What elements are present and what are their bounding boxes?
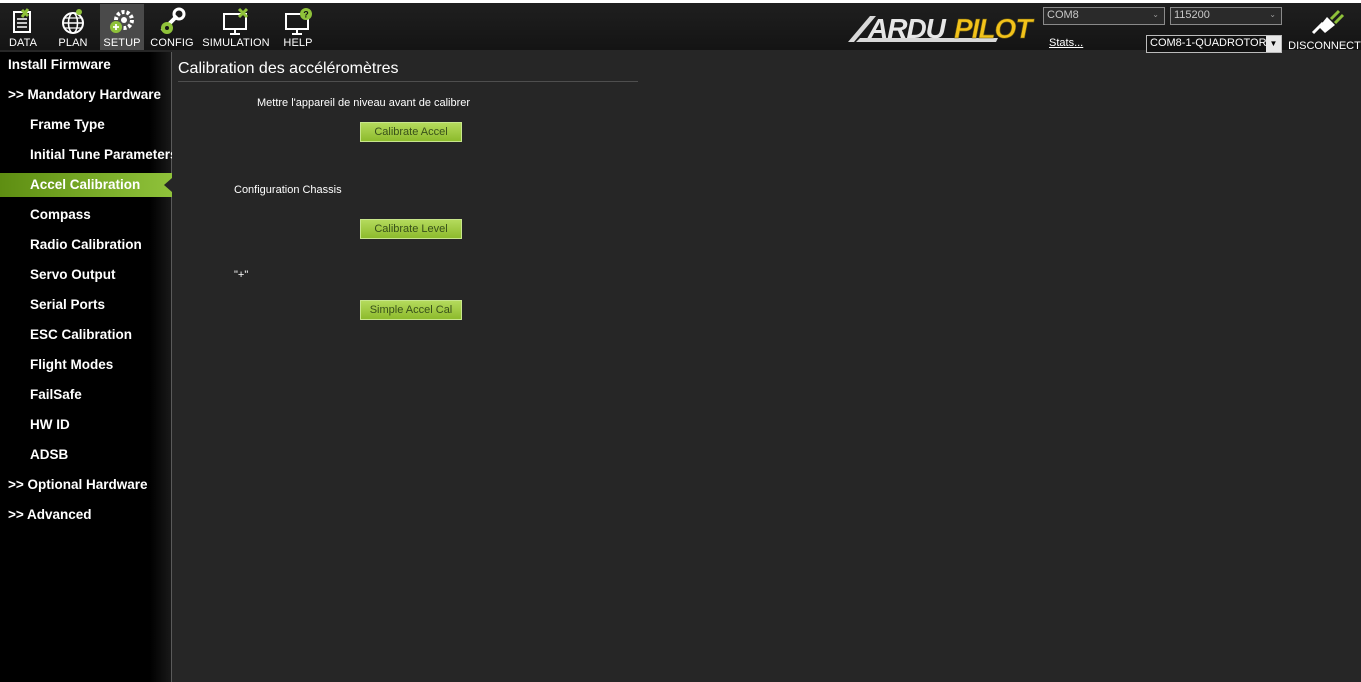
port-select-value: COM8	[1047, 9, 1079, 21]
plug-icon	[1311, 9, 1344, 35]
title-divider	[178, 81, 638, 82]
dropdown-arrow-icon: ▼	[1266, 36, 1281, 52]
toolbar-help-button[interactable]: ? HELP	[277, 4, 319, 50]
sidebar-item-esc-calibration[interactable]: ESC Calibration	[0, 323, 172, 347]
sidebar-item-install-firmware[interactable]: Install Firmware	[0, 53, 172, 77]
baud-select-value: 115200	[1174, 9, 1210, 21]
sidebar-item-label: Radio Calibration	[30, 237, 142, 252]
sidebar-item-label: Servo Output	[30, 267, 116, 282]
sidebar-item-hw-id[interactable]: HW ID	[0, 413, 172, 437]
sidebar-item-label: Install Firmware	[8, 57, 111, 72]
sidebar-item-adsb[interactable]: ADSB	[0, 443, 172, 467]
chevron-down-icon: ⌄	[1269, 10, 1276, 19]
wrench-icon	[160, 7, 186, 34]
toolbar-plan-label: PLAN	[58, 37, 88, 49]
sidebar-item-servo-output[interactable]: Servo Output	[0, 263, 172, 287]
stats-link[interactable]: Stats...	[1049, 37, 1083, 49]
toolbar-help-label: HELP	[283, 37, 313, 49]
toolbar-setup-label: SETUP	[103, 37, 141, 49]
chevron-down-icon: ⌄	[1152, 10, 1159, 19]
logo-pilot-text: PILOT	[954, 13, 1035, 44]
frame-config-label: Configuration Chassis	[234, 184, 342, 196]
sidebar-item-flight-modes[interactable]: Flight Modes	[0, 353, 172, 377]
vehicle-select[interactable]: COM8-1-QUADROTOR ▼	[1146, 35, 1282, 53]
setup-sidebar: Install Firmware >> Mandatory Hardware F…	[0, 52, 172, 682]
sidebar-item-optional-hardware[interactable]: >> Optional Hardware	[0, 473, 172, 497]
level-instruction-text: Mettre l'appareil de niveau avant de cal…	[257, 97, 471, 109]
sidebar-item-initial-tune-parameters[interactable]: Initial Tune Parameters	[0, 143, 172, 167]
toolbar-config-button[interactable]: CONFIG	[150, 4, 194, 50]
help-icon: ?	[285, 8, 312, 35]
ardupilot-logo: ARDU PILOT	[848, 13, 1037, 44]
sidebar-item-label: Accel Calibration	[30, 177, 141, 192]
sidebar-item-label: Compass	[30, 207, 91, 222]
toolbar-simulation-label: SIMULATION	[202, 37, 270, 49]
sidebar-item-serial-ports[interactable]: Serial Ports	[0, 293, 172, 317]
accel-calibration-panel: Calibration des accéléromètres Mettre l'…	[173, 52, 1361, 682]
simple-accel-cal-button[interactable]: Simple Accel Cal	[360, 300, 462, 320]
svg-text:?: ?	[303, 10, 309, 20]
toolbar-simulation-button[interactable]: SIMULATION	[200, 4, 272, 50]
vehicle-select-value: COM8-1-QUADROTOR	[1150, 37, 1267, 49]
frame-type-value: "+"	[234, 269, 249, 281]
toolbar-plan-button[interactable]: PLAN	[52, 4, 94, 50]
setup-gear-icon	[110, 10, 134, 33]
sidebar-item-label: >> Optional Hardware	[8, 477, 148, 492]
baud-select[interactable]: 115200 ⌄	[1170, 7, 1282, 25]
sidebar-item-label: ADSB	[30, 447, 69, 462]
sidebar-item-label: Flight Modes	[30, 357, 114, 372]
logo-ardu-text: ARDU	[867, 13, 947, 44]
sidebar-item-label: >> Advanced	[8, 507, 92, 522]
sidebar-item-radio-calibration[interactable]: Radio Calibration	[0, 233, 172, 257]
disconnect-button[interactable]: DISCONNECT	[1288, 7, 1361, 53]
sidebar-item-label: ESC Calibration	[30, 327, 133, 342]
toolbar-config-label: CONFIG	[150, 37, 194, 49]
sidebar-item-label: Frame Type	[30, 117, 105, 132]
top-toolbar: DATA PLAN SETUP CONFIG SIMULATION ? HELP…	[0, 0, 1361, 53]
sidebar-item-failsafe[interactable]: FailSafe	[0, 383, 172, 407]
sidebar-item-label: Serial Ports	[30, 297, 106, 312]
toolbar-data-button[interactable]: DATA	[3, 4, 43, 50]
sidebar-item-mandatory-hardware[interactable]: >> Mandatory Hardware	[0, 83, 172, 107]
toolbar-data-label: DATA	[8, 37, 38, 49]
disconnect-label: DISCONNECT	[1288, 40, 1361, 52]
globe-icon	[62, 9, 84, 34]
port-select[interactable]: COM8 ⌄	[1043, 7, 1165, 25]
sidebar-item-frame-type[interactable]: Frame Type	[0, 113, 172, 137]
calibrate-level-button[interactable]: Calibrate Level	[360, 219, 462, 239]
sidebar-item-label: Initial Tune Parameters	[30, 147, 172, 162]
calibrate-accel-button[interactable]: Calibrate Accel	[360, 122, 462, 142]
data-icon	[13, 8, 31, 33]
sidebar-item-label: HW ID	[30, 417, 70, 432]
page-title: Calibration des accéléromètres	[178, 60, 399, 77]
toolbar-setup-button[interactable]: SETUP	[100, 4, 144, 50]
sidebar-item-label: >> Mandatory Hardware	[8, 87, 162, 102]
sidebar-item-label: FailSafe	[30, 387, 82, 402]
sidebar-item-accel-calibration[interactable]: Accel Calibration	[0, 173, 172, 197]
sidebar-item-compass[interactable]: Compass	[0, 203, 172, 227]
simulation-icon	[223, 7, 249, 35]
sidebar-item-advanced[interactable]: >> Advanced	[0, 503, 172, 527]
